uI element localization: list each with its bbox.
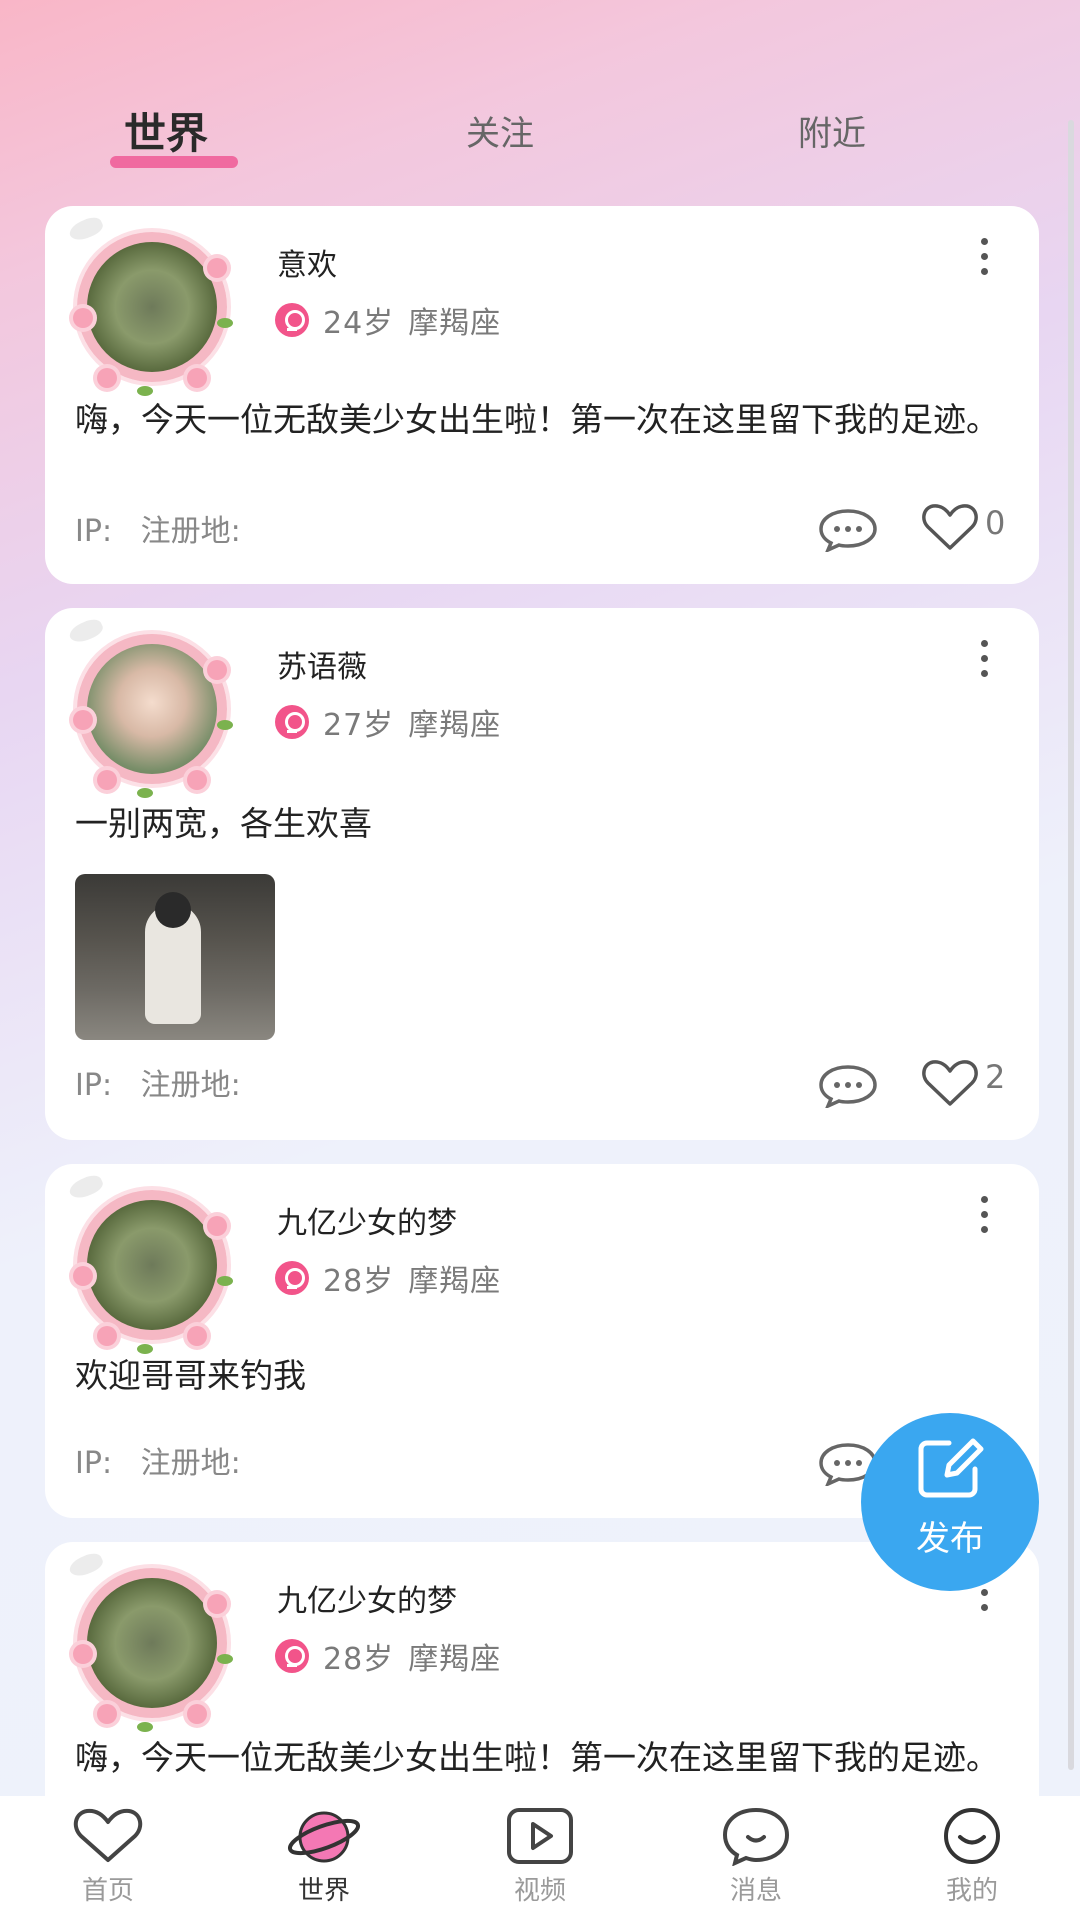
tab-following[interactable]: 关注 [466,106,534,155]
avatar[interactable] [66,1549,237,1732]
female-icon [275,705,309,739]
feed-tabs: 世界 关注 附近 [0,100,1080,180]
post-location: IP: 注册地: [75,1060,241,1104]
user-meta: 27岁 摩羯座 [275,700,501,744]
comment-icon[interactable] [818,1064,878,1108]
age-label: 28岁 [323,1264,395,1299]
scrollbar[interactable] [1068,120,1074,1770]
chat-bubble-icon [722,1807,790,1866]
active-tab-indicator [110,156,238,168]
nav-mine-label: 我的 [945,1876,998,1906]
heart-icon [73,1808,143,1862]
more-options-icon[interactable] [981,1196,989,1241]
user-meta: 24岁 摩羯座 [275,298,501,342]
comment-icon[interactable] [818,508,878,552]
tab-world[interactable]: 世界 [124,100,208,161]
post-content: 欢迎哥哥来钓我 [75,1356,306,1395]
age-label: 27岁 [323,708,395,743]
post-content: 嗨，今天一位无敌美少女出生啦！第一次在这里留下我的足迹。 [75,400,999,439]
like-count: 0 [985,504,1006,542]
post-card[interactable]: 苏语薇 27岁 摩羯座 一别两宽，各生欢喜 IP: 注册地: 2 [45,608,1039,1140]
planet-icon [287,1811,361,1863]
bottom-navigation: 首页 世界 视频 消息 我的 [0,1796,1080,1920]
region-label: 注册地: [140,1446,241,1481]
avatar[interactable] [66,213,237,396]
age-label: 24岁 [323,306,395,341]
user-name[interactable]: 九亿少女的梦 [277,1576,457,1620]
post-location: IP: 注册地: [75,1438,241,1482]
edit-icon [918,1438,984,1498]
ip-label: IP: [75,1446,113,1481]
more-options-icon[interactable] [981,238,989,283]
user-name[interactable]: 意欢 [277,240,337,284]
user-name[interactable]: 苏语薇 [277,642,367,686]
nav-video[interactable]: 视频 [480,1806,600,1907]
nav-messages[interactable]: 消息 [696,1806,816,1907]
user-name[interactable]: 九亿少女的梦 [277,1198,457,1242]
post-photo[interactable] [75,874,275,1040]
constellation-label: 摩羯座 [408,1642,502,1677]
user-meta: 28岁 摩羯座 [275,1256,501,1300]
avatar[interactable] [66,615,237,798]
nav-video-label: 视频 [513,1876,566,1906]
heart-like-icon[interactable] [921,502,979,552]
region-label: 注册地: [140,514,241,549]
nav-messages-label: 消息 [729,1876,782,1906]
ip-label: IP: [75,514,113,549]
post-content: 一别两宽，各生欢喜 [75,804,372,843]
constellation-label: 摩羯座 [408,708,502,743]
post-content: 嗨，今天一位无敌美少女出生啦！第一次在这里留下我的足迹。 [75,1738,999,1777]
publish-label: 发布 [916,1519,984,1559]
more-options-icon[interactable] [981,640,989,685]
play-icon [507,1808,573,1864]
user-meta: 28岁 摩羯座 [275,1634,501,1678]
region-label: 注册地: [140,1068,241,1103]
tab-nearby[interactable]: 附近 [798,106,866,155]
like-count: 2 [985,1058,1006,1096]
age-label: 28岁 [323,1642,395,1677]
nav-home-label: 首页 [81,1876,134,1906]
post-card[interactable]: 意欢 24岁 摩羯座 嗨，今天一位无敌美少女出生啦！第一次在这里留下我的足迹。 … [45,206,1039,584]
female-icon [275,303,309,337]
ip-label: IP: [75,1068,113,1103]
publish-button[interactable]: 发布 [861,1413,1039,1591]
post-card[interactable]: 九亿少女的梦 28岁 摩羯座 嗨，今天一位无敌美少女出生啦！第一次在这里留下我的… [45,1542,1039,1796]
constellation-label: 摩羯座 [408,1264,502,1299]
avatar[interactable] [66,1171,237,1354]
smile-face-icon [944,1808,1000,1864]
nav-world-label: 世界 [297,1876,350,1906]
female-icon [275,1639,309,1673]
constellation-label: 摩羯座 [408,306,502,341]
nav-mine[interactable]: 我的 [912,1806,1032,1907]
female-icon [275,1261,309,1295]
post-location: IP: 注册地: [75,506,241,550]
nav-home[interactable]: 首页 [48,1806,168,1907]
nav-world[interactable]: 世界 [264,1806,384,1907]
heart-like-icon[interactable] [921,1058,979,1108]
